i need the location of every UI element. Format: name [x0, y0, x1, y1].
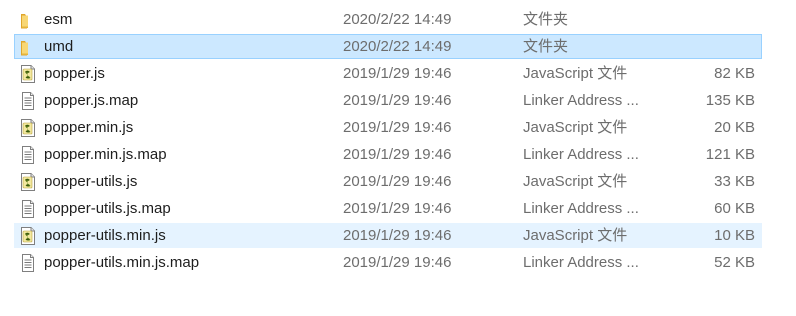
file-name: popper-utils.min.js [44, 227, 166, 244]
file-size: 135 KB [705, 92, 755, 109]
file-type: 文件夹 [523, 38, 569, 55]
file-row[interactable]: popper-utils.js.map 2019/1/29 19:46 Link… [14, 196, 762, 221]
file-size: 10 KB [714, 227, 755, 244]
file-date: 2019/1/29 19:46 [343, 173, 452, 190]
file-type: JavaScript 文件 [523, 227, 628, 244]
file-name: popper.min.js.map [44, 146, 167, 163]
file-name: popper.js [44, 65, 105, 82]
file-name: popper.js.map [44, 92, 139, 109]
file-type: JavaScript 文件 [523, 173, 628, 190]
file-row[interactable]: esm 2020/2/22 14:49 文件夹 [14, 7, 762, 32]
file-name: popper-utils.js [44, 173, 138, 190]
file-row[interactable]: popper.js 2019/1/29 19:46 JavaScript 文件 … [14, 61, 762, 86]
js-file-icon [20, 173, 36, 191]
file-name: popper.min.js [44, 119, 134, 136]
file-list: esm 2020/2/22 14:49 文件夹 umd 2020/2/22 14… [14, 7, 762, 277]
file-type: Linker Address ... [523, 254, 639, 271]
js-file-icon [20, 119, 36, 137]
file-date: 2019/1/29 19:46 [343, 119, 452, 136]
file-date: 2019/1/29 19:46 [343, 65, 452, 82]
file-date: 2019/1/29 19:46 [343, 146, 452, 163]
text-file-icon [20, 146, 36, 164]
file-type: Linker Address ... [523, 200, 639, 217]
file-name: popper-utils.min.js.map [44, 254, 200, 271]
file-type: Linker Address ... [523, 92, 639, 109]
file-row[interactable]: popper-utils.min.js.map 2019/1/29 19:46 … [14, 250, 762, 275]
file-row[interactable]: popper-utils.js 2019/1/29 19:46 JavaScri… [14, 169, 762, 194]
file-row[interactable]: popper.js.map 2019/1/29 19:46 Linker Add… [14, 88, 762, 113]
file-date: 2020/2/22 14:49 [343, 11, 452, 28]
file-size: 60 KB [714, 200, 755, 217]
file-date: 2019/1/29 19:46 [343, 92, 452, 109]
text-file-icon [20, 200, 36, 218]
file-type: Linker Address ... [523, 146, 639, 163]
file-type: JavaScript 文件 [523, 119, 628, 136]
file-type: 文件夹 [523, 11, 569, 28]
file-row[interactable]: popper.min.js 2019/1/29 19:46 JavaScript… [14, 115, 762, 140]
js-file-icon [20, 227, 36, 245]
file-size: 20 KB [714, 119, 755, 136]
folder-icon [20, 38, 36, 56]
js-file-icon [20, 65, 36, 83]
file-date: 2019/1/29 19:46 [343, 227, 452, 244]
file-type: JavaScript 文件 [523, 65, 628, 82]
file-size: 121 KB [705, 146, 755, 163]
file-size: 82 KB [714, 65, 755, 82]
file-date: 2019/1/29 19:46 [343, 200, 452, 217]
file-row[interactable]: popper.min.js.map 2019/1/29 19:46 Linker… [14, 142, 762, 167]
file-name: popper-utils.js.map [44, 200, 171, 217]
file-name: esm [44, 11, 73, 28]
file-size: 52 KB [714, 254, 755, 271]
text-file-icon [20, 254, 36, 272]
file-row[interactable]: umd 2020/2/22 14:49 文件夹 [14, 34, 762, 59]
file-date: 2020/2/22 14:49 [343, 38, 452, 55]
folder-icon [20, 11, 36, 29]
file-date: 2019/1/29 19:46 [343, 254, 452, 271]
file-name: umd [44, 38, 74, 55]
file-row[interactable]: popper-utils.min.js 2019/1/29 19:46 Java… [14, 223, 762, 248]
text-file-icon [20, 92, 36, 110]
file-size: 33 KB [714, 173, 755, 190]
